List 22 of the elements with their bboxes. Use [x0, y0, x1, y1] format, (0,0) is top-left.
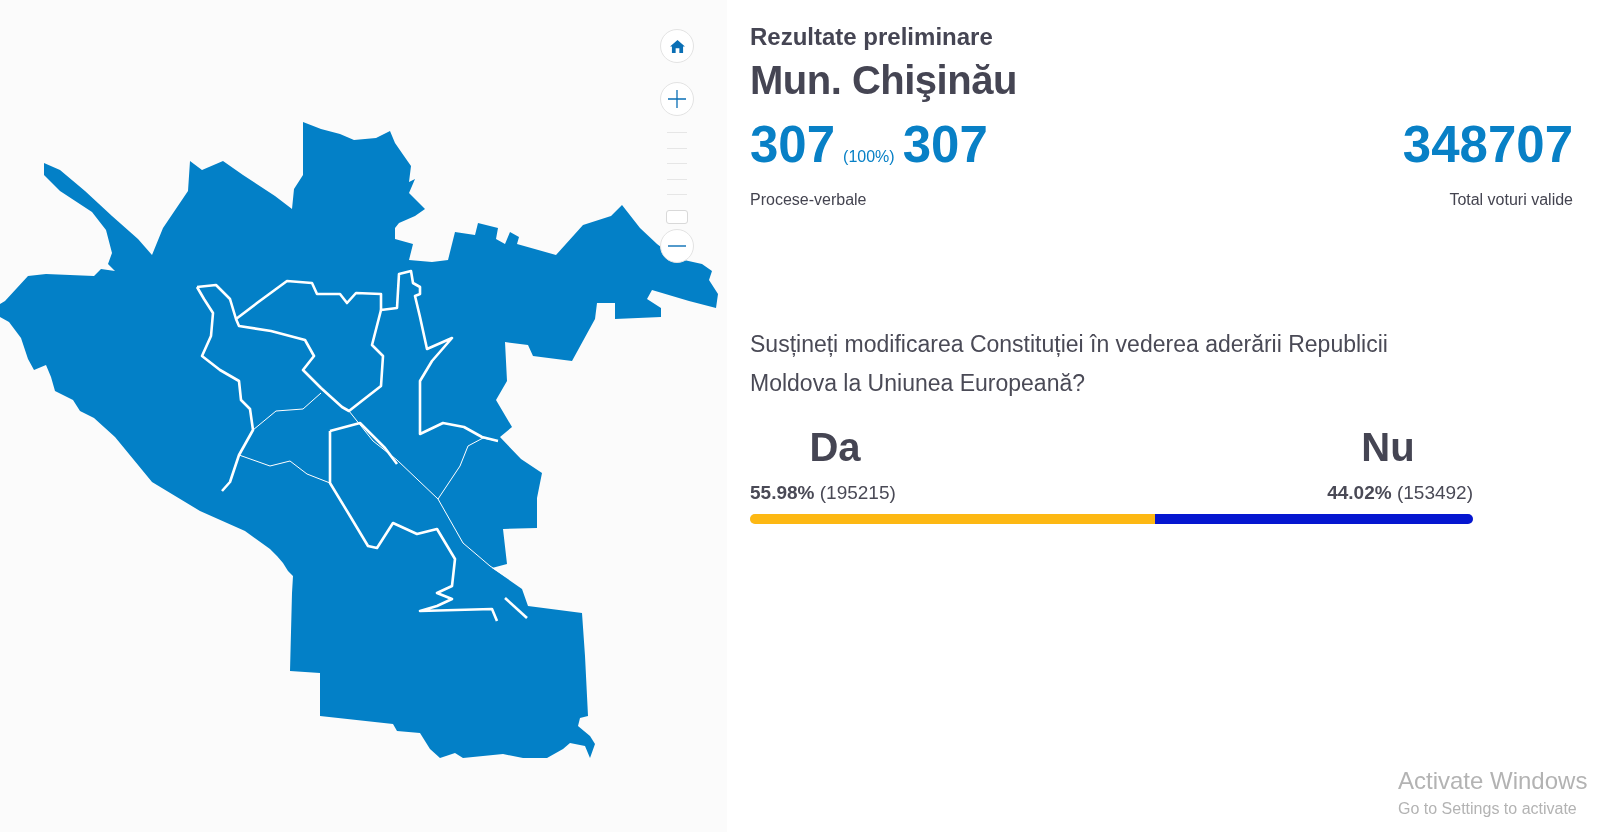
answer-label: Nu — [1361, 425, 1415, 469]
activation-notice-title: Activate Windows — [1398, 767, 1588, 795]
plus-icon — [668, 90, 686, 108]
answer-share: 55.98% (195215) — [750, 481, 896, 505]
answer-share: 44.02% (153492) — [1327, 481, 1473, 505]
zoom-in-button[interactable] — [660, 82, 694, 116]
reports-counted-number: 307 — [750, 117, 836, 173]
valid-votes-number: 348707 — [1402, 117, 1573, 173]
zoom-out-button[interactable] — [660, 229, 694, 263]
results-subtitle: Rezultate preliminare — [750, 22, 994, 52]
home-button[interactable] — [660, 29, 694, 63]
activation-notice-text: Go to Settings to activate — [1398, 799, 1578, 819]
reports-label: Procese-verbale — [750, 190, 868, 210]
referendum-question: Susțineți modificarea Constituției în vederea aderării Republicii Moldova la Uniunea Europeană? — [750, 330, 1389, 398]
valid-votes-label: Total voturi valide — [1449, 190, 1573, 210]
home-icon — [669, 39, 685, 53]
region-title: Mun. Chişinău — [750, 57, 1018, 104]
slider-thumb[interactable] — [666, 210, 688, 224]
minus-icon — [668, 245, 686, 247]
reports-total-number: 307 — [902, 117, 988, 173]
reports-percent: (100%) — [843, 147, 895, 167]
answer-label: Da — [809, 425, 861, 469]
